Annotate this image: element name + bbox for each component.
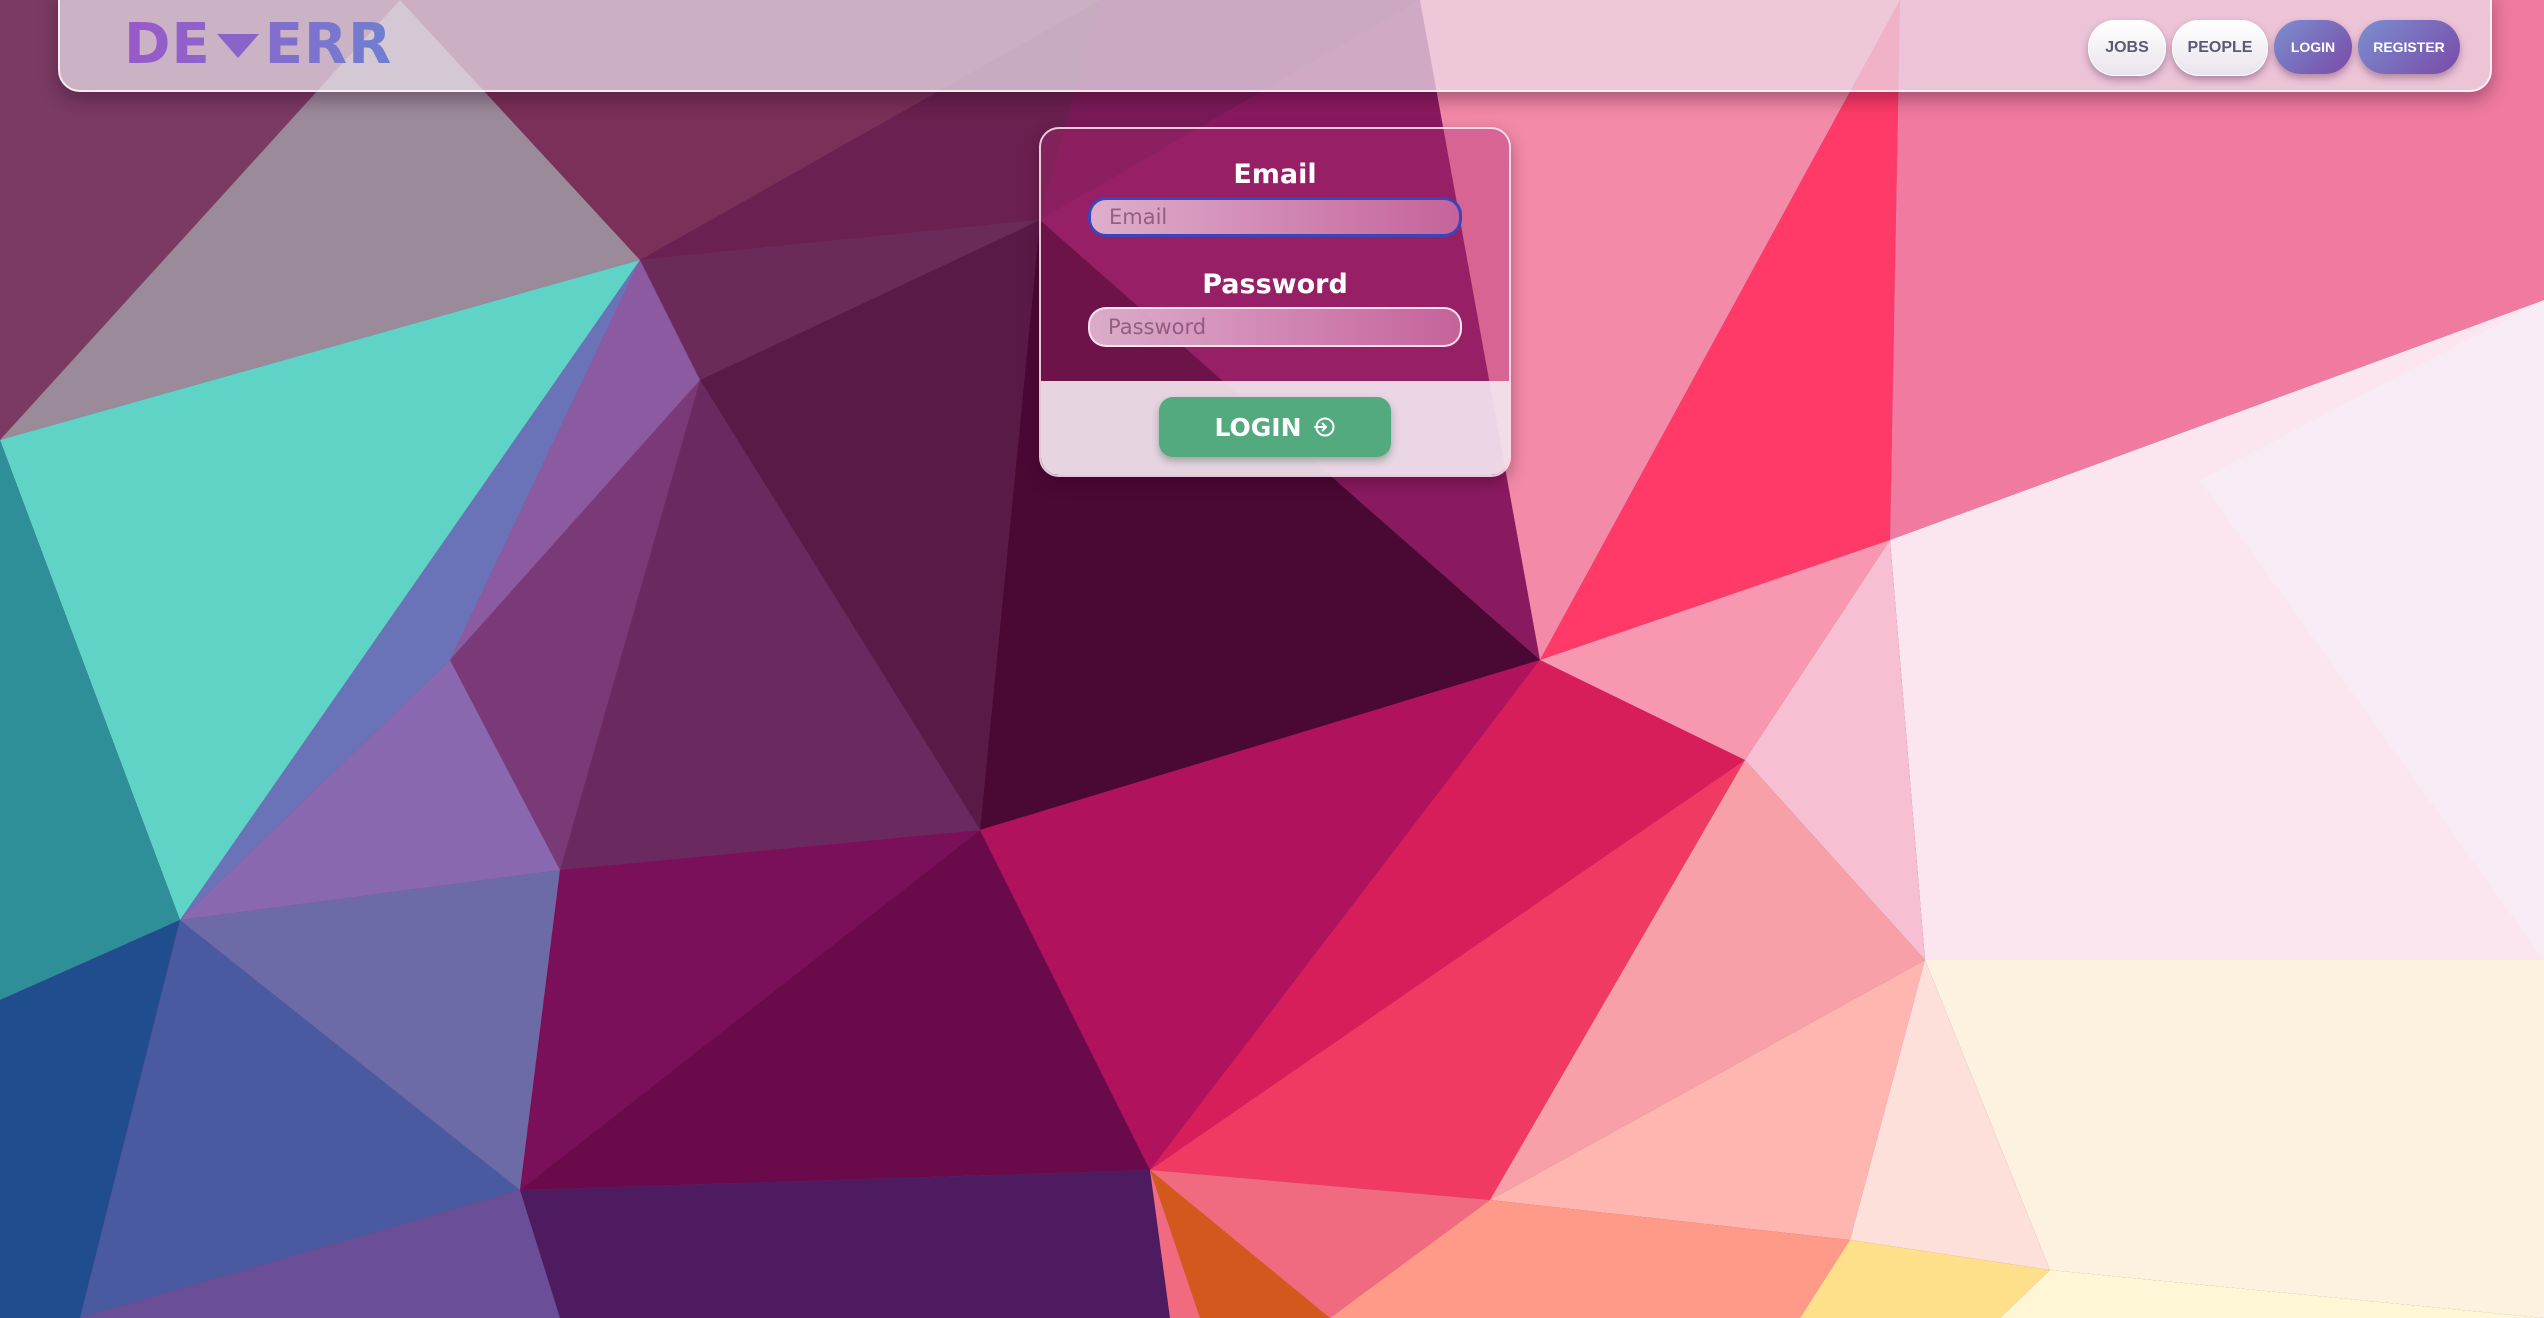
password-label: Password [1202, 269, 1348, 300]
nav-buttons: JOBS PEOPLE LOGIN REGISTER [2088, 20, 2460, 76]
top-navbar: DE ERR JOBS PEOPLE LOGIN REGISTER [58, 0, 2492, 92]
email-label: Email [1233, 159, 1317, 190]
email-field[interactable] [1088, 197, 1462, 237]
nav-login-button[interactable]: LOGIN [2274, 20, 2352, 74]
login-form-fields: Email Password [1041, 129, 1509, 381]
nav-people-button[interactable]: PEOPLE [2172, 20, 2268, 76]
triangle-down-icon [216, 34, 259, 58]
login-submit-button[interactable]: LOGIN [1159, 397, 1391, 457]
password-field[interactable] [1088, 307, 1462, 347]
login-arrow-icon [1312, 415, 1336, 439]
page: DE ERR JOBS PEOPLE LOGIN REGISTER Email … [0, 0, 2544, 1318]
logo-text-right: ERR [264, 11, 393, 77]
login-card: Email Password LOGIN [1039, 127, 1511, 477]
logo-text-left: DE [124, 11, 211, 77]
nav-register-button[interactable]: REGISTER [2358, 20, 2460, 74]
login-button-label: LOGIN [1214, 412, 1302, 442]
logo[interactable]: DE ERR [124, 14, 392, 74]
nav-jobs-button[interactable]: JOBS [2088, 20, 2166, 76]
